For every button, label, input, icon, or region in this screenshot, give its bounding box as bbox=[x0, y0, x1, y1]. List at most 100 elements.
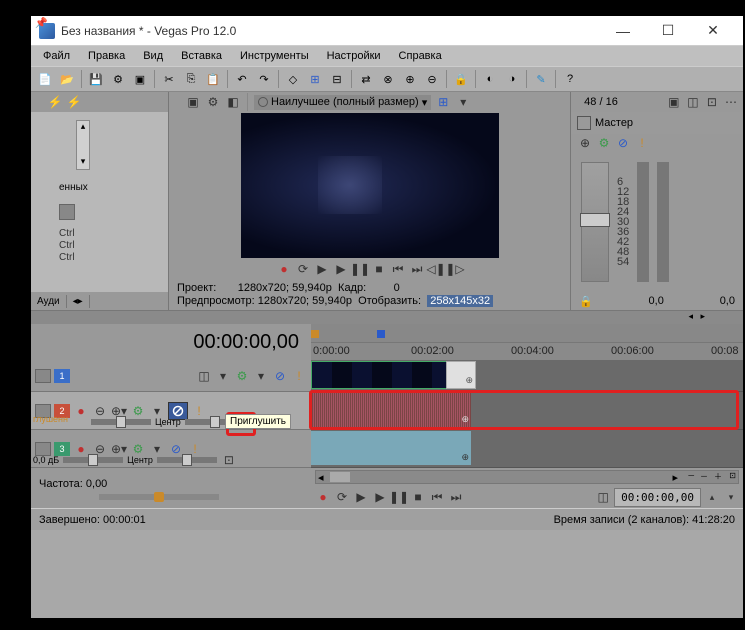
menu-file[interactable]: Файл bbox=[35, 48, 78, 64]
preview-more-icon[interactable]: ▾ bbox=[455, 94, 471, 110]
tl-record-icon[interactable]: ● bbox=[315, 489, 331, 505]
tl-loop-icon[interactable]: ⟳ bbox=[334, 489, 350, 505]
properties-icon[interactable]: ⚙ bbox=[108, 69, 128, 89]
zoom-out-icon[interactable]: － bbox=[700, 471, 708, 482]
cut-icon[interactable]: ✂ bbox=[159, 69, 179, 89]
audio-clip-2[interactable]: ⊕ bbox=[311, 431, 471, 465]
prev-frame-icon[interactable]: ◁❚ bbox=[428, 261, 444, 277]
tl-go-start-icon[interactable]: ⏮ bbox=[429, 489, 445, 505]
tool-1-icon[interactable]: ◇ bbox=[283, 69, 303, 89]
lock-icon[interactable]: 🔒 bbox=[451, 69, 471, 89]
lightning2-icon[interactable]: ⚡ bbox=[66, 94, 82, 110]
track-1-content[interactable]: ⊕ ⊕ bbox=[311, 360, 743, 392]
play-icon[interactable]: ▶ bbox=[333, 261, 349, 277]
master-fader[interactable] bbox=[581, 162, 609, 282]
preview-fx-icon[interactable]: ⚙ bbox=[205, 94, 221, 110]
save-icon[interactable]: 💾 bbox=[86, 69, 106, 89]
rate-slider[interactable] bbox=[99, 494, 219, 500]
copy-icon[interactable]: ⎘ bbox=[181, 69, 201, 89]
hscroll-left-icon[interactable]: ◂ bbox=[688, 311, 693, 322]
video-clip-2[interactable]: ⊕ bbox=[446, 361, 476, 389]
tl-stop-icon[interactable]: ■ bbox=[410, 489, 426, 505]
close-button[interactable]: ✕ bbox=[691, 17, 735, 45]
render-icon[interactable]: ▣ bbox=[130, 69, 150, 89]
menu-tools[interactable]: Инструменты bbox=[232, 48, 317, 64]
split-icon[interactable]: ◧ bbox=[225, 94, 241, 110]
tl-pause-icon[interactable]: ❚❚ bbox=[391, 489, 407, 505]
downmix-icon[interactable]: ⋯ bbox=[723, 94, 739, 110]
track-1-header[interactable]: 1 ◫ ▾ ⚙ ▾ ⊘ ! bbox=[31, 360, 311, 392]
clip-a1-fx-icon[interactable]: ⊕ bbox=[461, 414, 469, 425]
zoom-fit-icon[interactable]: ⊡ bbox=[729, 471, 736, 480]
menu-view[interactable]: Вид bbox=[135, 48, 171, 64]
go-end-icon[interactable]: ⏭ bbox=[409, 261, 425, 277]
minimize-button[interactable]: — bbox=[601, 17, 645, 45]
clip-fx2-icon[interactable]: ⊕ bbox=[465, 375, 473, 386]
timeline-ruler[interactable]: 0:00:00 00:02:00 00:04:00 00:06:00 00:08 bbox=[311, 342, 743, 358]
vzoom-in-icon[interactable]: ▾ bbox=[723, 489, 739, 505]
track-1-auto-icon[interactable]: ▾ bbox=[253, 368, 269, 384]
lightning-icon[interactable]: ⚡ bbox=[47, 94, 63, 110]
menu-help[interactable]: Справка bbox=[391, 48, 450, 64]
open-icon[interactable]: 📂 bbox=[57, 69, 77, 89]
menu-options[interactable]: Настройки bbox=[319, 48, 389, 64]
tool-10-icon[interactable]: ◑ bbox=[502, 69, 522, 89]
new-icon[interactable]: 📄 bbox=[35, 69, 55, 89]
redo-icon[interactable]: ↷ bbox=[254, 69, 274, 89]
track-3-meter-icon[interactable]: ⊡ bbox=[221, 452, 237, 468]
play-start-icon[interactable]: ▶ bbox=[314, 261, 330, 277]
track-3-vol-slider[interactable] bbox=[63, 457, 123, 463]
stop-icon[interactable]: ■ bbox=[371, 261, 387, 277]
lock-fader-icon[interactable]: 🔒 bbox=[579, 295, 593, 308]
tl-play-start-icon[interactable]: ▶ bbox=[353, 489, 369, 505]
master-solo-icon[interactable]: ! bbox=[634, 135, 650, 151]
tl-go-end-icon[interactable]: ⏭ bbox=[448, 489, 464, 505]
track-1-mute-icon[interactable]: ⊘ bbox=[272, 368, 288, 384]
maximize-button[interactable]: ☐ bbox=[646, 17, 690, 45]
timeline-timecode[interactable]: 00:00:00,00 bbox=[614, 488, 701, 507]
tl-play-icon[interactable]: ▶ bbox=[372, 489, 388, 505]
marker-region-icon[interactable] bbox=[377, 330, 385, 338]
clip-a2-fx-icon[interactable]: ⊕ bbox=[461, 452, 469, 463]
loop-icon[interactable]: ⟳ bbox=[295, 261, 311, 277]
tool-3-icon[interactable]: ⊟ bbox=[327, 69, 347, 89]
explorer-body[interactable]: ▴ ▾ енных Ctrl Ctrl Ctrl bbox=[31, 112, 168, 292]
video-preview[interactable] bbox=[241, 113, 499, 258]
menu-edit[interactable]: Правка bbox=[80, 48, 133, 64]
mixer-btn2-icon[interactable]: ◫ bbox=[685, 94, 701, 110]
track-3-header[interactable]: 3 ● ⊖ ⊕▾ ⚙ ▾ ⊘ ! 0,0 дБ Центр ⊡ bbox=[31, 430, 311, 468]
menu-insert[interactable]: Вставка bbox=[173, 48, 230, 64]
track-2-vol-slider[interactable] bbox=[91, 419, 151, 425]
help-icon[interactable]: ? bbox=[560, 69, 580, 89]
audio-clip-1[interactable]: ⊕ bbox=[311, 393, 471, 427]
next-frame-icon[interactable]: ❚▷ bbox=[447, 261, 463, 277]
insert-fx-icon[interactable]: ⊕ bbox=[577, 135, 593, 151]
brush-icon[interactable]: ✎ bbox=[531, 69, 551, 89]
tab-more[interactable]: ◂▸ bbox=[67, 295, 90, 308]
autocross-icon[interactable]: ⊗ bbox=[378, 69, 398, 89]
dim-icon[interactable]: ⊡ bbox=[704, 94, 720, 110]
timeline-position[interactable]: 00:00:00,00 bbox=[31, 324, 311, 360]
preview-quality-dropdown[interactable]: Наилучшее (полный размер) ▾ bbox=[254, 95, 431, 110]
tc-mode-icon[interactable]: ◫ bbox=[595, 489, 611, 505]
record-icon[interactable]: ● bbox=[276, 261, 292, 277]
track-1-solo-icon[interactable]: ! bbox=[291, 368, 307, 384]
hscroll-right-icon[interactable]: ▸ bbox=[700, 311, 705, 322]
vzoom-out-icon[interactable]: ▴ bbox=[704, 489, 720, 505]
timeline-hscroll[interactable]: ◂ ▸ ─ － ＋ ⊡ bbox=[315, 470, 739, 484]
minimize-track-icon[interactable] bbox=[35, 369, 51, 383]
script-icon[interactable] bbox=[59, 204, 75, 220]
external-monitor-icon[interactable]: ▣ bbox=[185, 94, 201, 110]
marker-in-icon[interactable] bbox=[311, 330, 319, 338]
track-1-more-icon[interactable]: ▾ bbox=[215, 368, 231, 384]
paste-icon[interactable]: 📋 bbox=[203, 69, 223, 89]
overlay-icon[interactable]: ⊞ bbox=[435, 94, 451, 110]
mixer-btn1-icon[interactable]: ▣ bbox=[666, 94, 682, 110]
tool-7-icon[interactable]: ⊖ bbox=[422, 69, 442, 89]
track-1-bypass-icon[interactable]: ◫ bbox=[196, 368, 212, 384]
track-2-header[interactable]: 2 ● ⊖ ⊕▾ ⚙ ▾ ! Приглушить глушенн Центр bbox=[31, 392, 311, 430]
track-2-content[interactable]: ⊕ bbox=[311, 392, 743, 430]
track-3-pan-slider[interactable] bbox=[157, 457, 217, 463]
go-start-icon[interactable]: ⏮ bbox=[390, 261, 406, 277]
zoom-in-icon[interactable]: ＋ bbox=[714, 471, 722, 482]
